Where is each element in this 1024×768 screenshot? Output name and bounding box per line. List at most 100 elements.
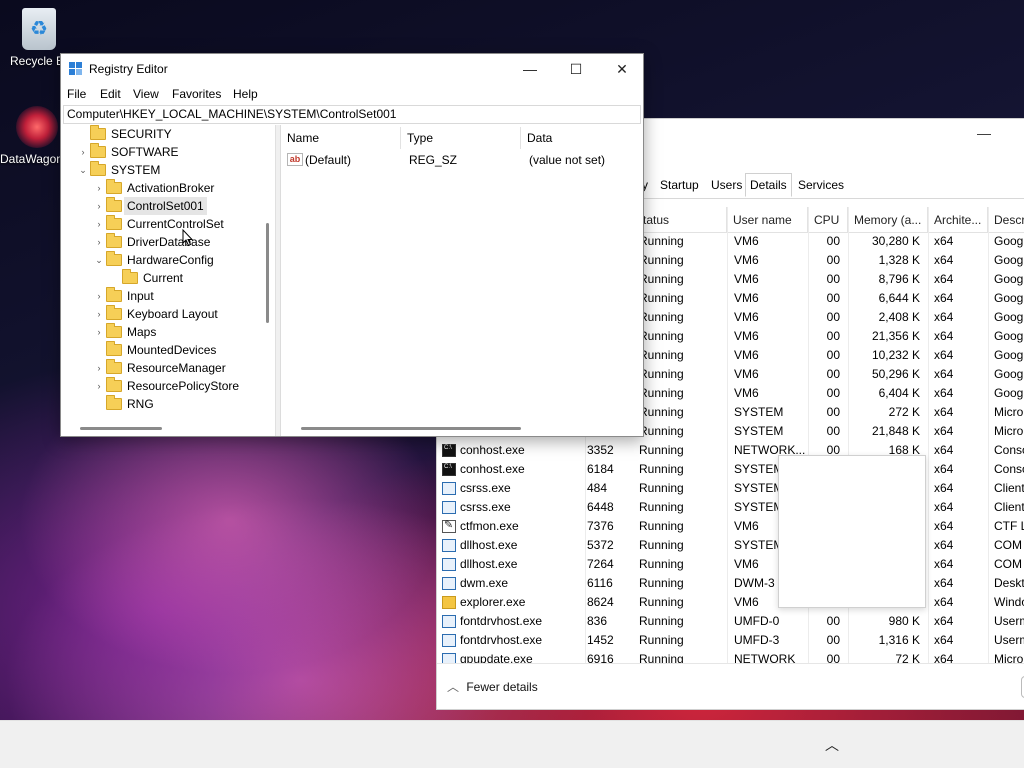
cell-status: Running [639,367,684,381]
tab-details[interactable]: Details [745,173,792,197]
cell-arch: x64 [934,614,954,628]
cell-arch: x64 [934,576,954,590]
app-window-icon [442,539,456,552]
table-row[interactable]: conhost.exe3352RunningNETWORK...00168 Kx… [437,441,1024,460]
cell-status: Running [639,310,684,324]
table-row[interactable]: fontdrvhost.exe 1452 Running UMFD-3 00 1,316 … [437,631,1024,650]
tree-item[interactable]: › ResourcePolicyStore [62,377,266,395]
menu-help[interactable]: Help [233,84,258,104]
chevron-right-icon[interactable]: › [94,377,104,395]
tree-item[interactable]: SECURITY [62,125,266,143]
address-bar[interactable]: Computer\HKEY_LOCAL_MACHINE\SYSTEM\Contr… [63,105,641,124]
tree-item[interactable]: RNG [62,395,266,413]
cell-arch: x64 [934,500,954,514]
chevron-right-icon[interactable]: › [94,215,104,233]
table-row[interactable]: csrss.exe 6448 Running SYSTEM x64 Client [437,498,1024,517]
column-header-description[interactable]: Descri [988,207,1024,233]
cell-desc: CTF Lo [994,519,1024,533]
cell-status: Running [639,633,684,647]
table-row[interactable]: fontdrvhost.exe 836 Running UMFD-0 00 980 K x6… [437,612,1024,631]
maximize-button[interactable]: ☐ [553,54,599,84]
cell-cpu: 00 [826,253,840,267]
tree-horizontal-scrollbar[interactable] [80,427,162,430]
chevron-right-icon[interactable]: › [94,179,104,197]
tree-vertical-scrollbar[interactable] [266,223,269,323]
chevron-down-icon[interactable]: ⌄ [78,161,88,179]
fewer-details-button[interactable]: ︿ Fewer details [447,678,538,695]
tree-item[interactable]: ⌄ SYSTEM [62,161,266,179]
tree-item[interactable]: › Maps [62,323,266,341]
tree-item[interactable]: › ControlSet001 [62,197,266,215]
chevron-right-icon[interactable]: › [94,323,104,341]
cell-desc: Googl [994,291,1024,305]
table-row[interactable]: csrss.exe 484 Running SYSTEM x64 Client [437,479,1024,498]
column-header-user-name[interactable]: User name [727,207,808,233]
registry-editor-titlebar[interactable]: Registry Editor — ☐ ✕ [61,54,643,84]
cell-mem: 980 K [888,614,920,628]
minimize-icon[interactable]: — [977,125,991,141]
cell-pid: 7264 [587,557,614,571]
tree-item[interactable]: ⌄ HardwareConfig [62,251,266,269]
cell-status: Running [639,500,684,514]
chevron-down-icon[interactable]: ⌄ [94,251,104,269]
tree-item[interactable]: › Keyboard Layout [62,305,266,323]
column-header-memory[interactable]: Memory (a... [848,207,928,233]
tree-item[interactable]: › CurrentControlSet [62,215,266,233]
column-header-status[interactable]: tatus [637,207,727,233]
cell-pid: 6116 [587,576,613,590]
folder-icon [106,395,122,410]
tree-item[interactable]: › Input [62,287,266,305]
table-row[interactable]: dllhost.exe 7264 Running VM6 x64 COM [437,555,1024,574]
cell-mem: 50,296 K [871,367,920,381]
cell-status: Running [639,481,684,495]
cell-status: Running [639,405,684,419]
cell-cpu: 00 [826,367,840,381]
table-row[interactable]: explorer.exe8624RunningVM6x64Windo [437,593,1024,612]
app-window-icon [442,615,456,628]
chevron-right-icon[interactable]: › [94,305,104,323]
folder-icon [106,215,122,230]
minimize-button[interactable]: — [507,54,553,84]
chevron-right-icon[interactable]: › [94,233,104,251]
cell-pid: 484 [587,481,608,495]
menu-edit[interactable]: Edit [100,84,121,104]
column-header-cpu[interactable]: CPU [808,207,848,233]
tab-users[interactable]: Users [706,173,747,197]
tree-item[interactable]: › ActivationBroker [62,179,266,197]
chevron-right-icon[interactable]: › [94,197,104,215]
menu-favorites[interactable]: Favorites [172,84,221,104]
chevron-right-icon[interactable]: › [94,287,104,305]
tree-item[interactable]: › ResourceManager [62,359,266,377]
tree-item[interactable]: Current [62,269,266,287]
value-row[interactable]: ab (Default) REG_SZ (value not set) [281,151,642,169]
column-header-data[interactable]: Data [521,127,641,149]
menu-view[interactable]: View [133,84,159,104]
registry-editor-window: Registry Editor — ☐ ✕ File Edit View Fav… [60,53,644,437]
column-header-architecture[interactable]: Archite... [928,207,988,233]
cell-name: csrss.exe [460,481,511,495]
cell-status: Running [639,272,684,286]
cell-user: VM6 [734,291,759,305]
tree-item[interactable]: MountedDevices [62,341,266,359]
chevron-right-icon[interactable]: › [94,359,104,377]
close-button[interactable]: ✕ [599,54,645,84]
column-header-type[interactable]: Type [401,127,521,149]
table-row[interactable]: ctfmon.exe7376RunningVM6x64CTF Lo [437,517,1024,536]
tab-startup[interactable]: Startup [655,173,704,197]
tree-item[interactable]: › SOFTWARE [62,143,266,161]
cell-mem: 6,644 K [878,291,920,305]
tree-item-label: ResourceManager [127,361,226,375]
table-row[interactable]: dwm.exe6116RunningDWM-3x64Deskto [437,574,1024,593]
chevron-right-icon[interactable]: › [78,143,88,161]
values-horizontal-scrollbar[interactable] [301,427,521,430]
show-hidden-icons-chevron-icon[interactable]: ︿ [822,735,842,755]
cell-desc: Googl [994,234,1024,248]
table-row[interactable]: dllhost.exe 5372 Running SYSTEM x64 COM [437,536,1024,555]
folder-icon [106,251,122,266]
tree-item[interactable]: › DriverDatabase [62,233,266,251]
menu-file[interactable]: File [67,84,86,104]
column-header-name[interactable]: Name [281,127,401,149]
tab-services[interactable]: Services [793,173,849,197]
table-row[interactable]: conhost.exe6184RunningSYSTEMx64Conso [437,460,1024,479]
cell-arch: x64 [934,234,954,248]
